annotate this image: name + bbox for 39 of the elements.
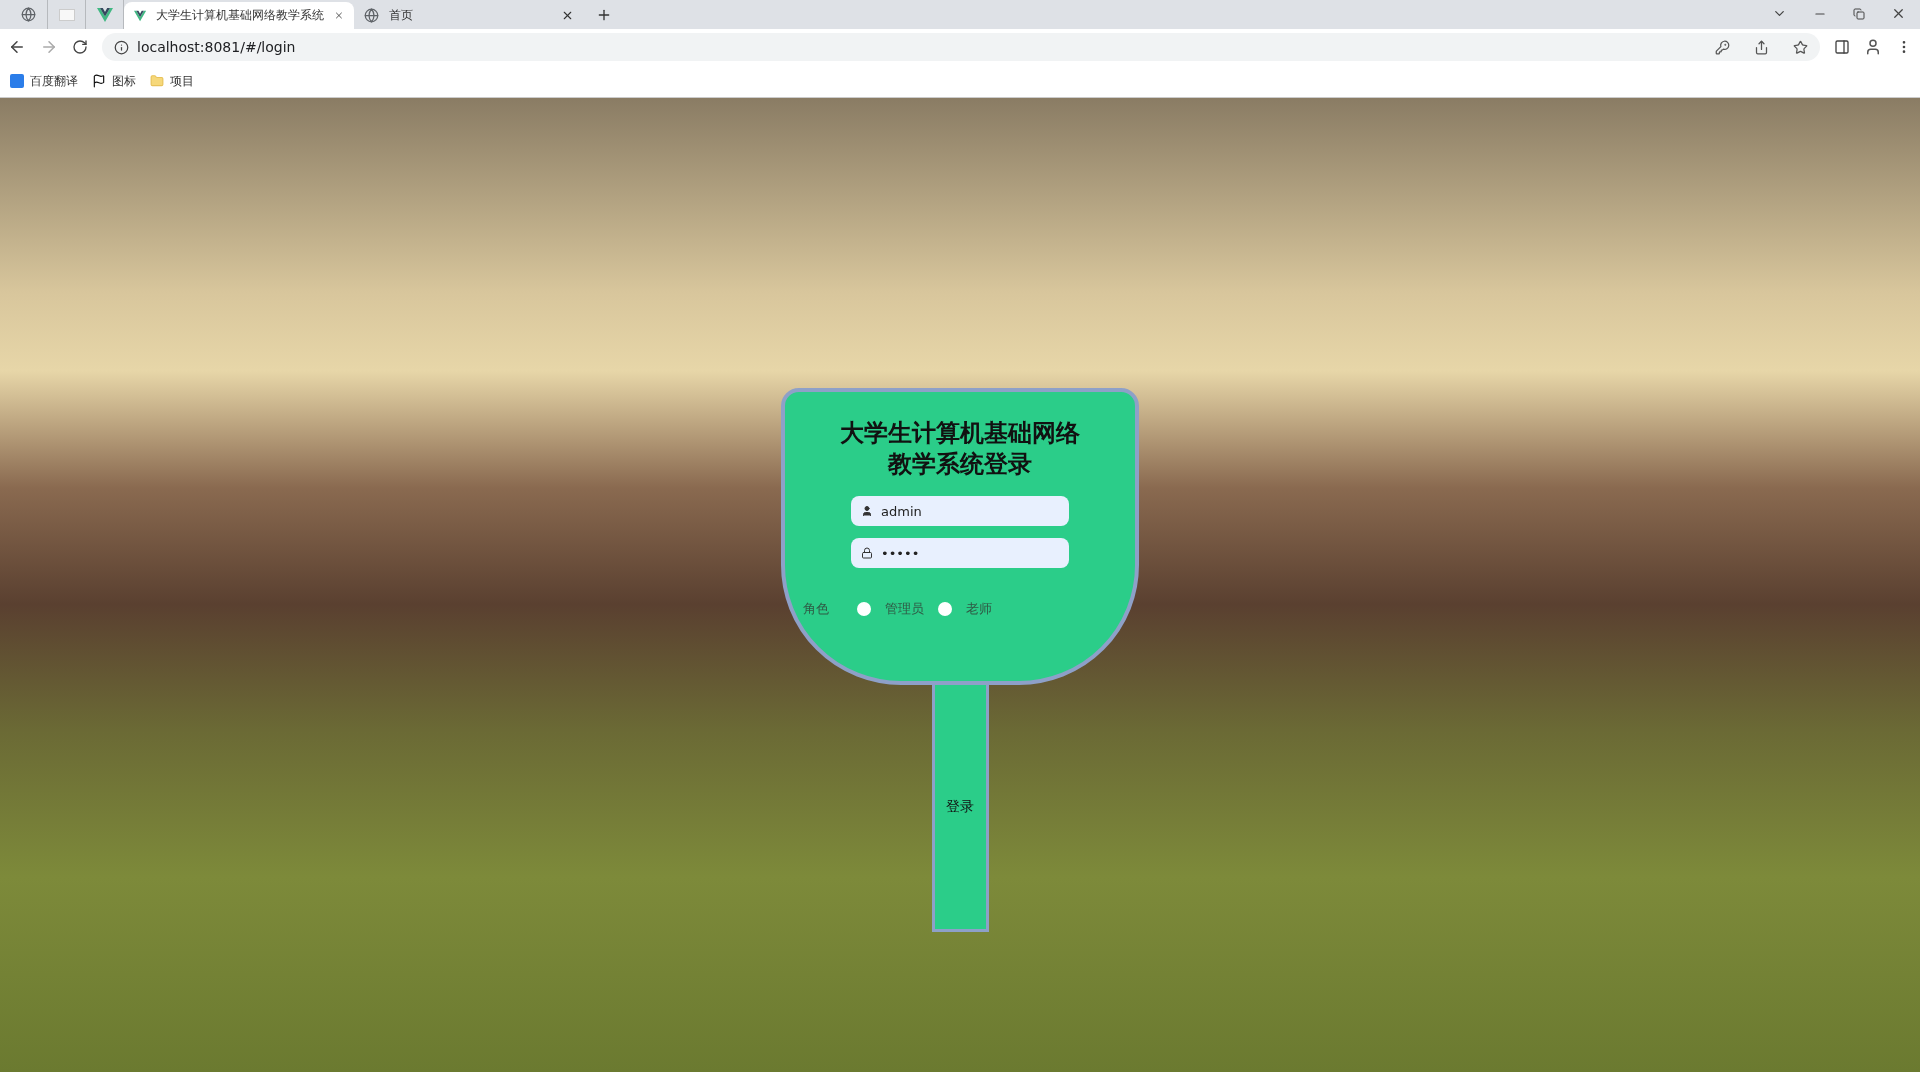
- password-field[interactable]: •••••: [851, 538, 1069, 568]
- blank-page-icon: [58, 8, 75, 21]
- new-tab-icon[interactable]: [596, 7, 612, 23]
- globe-icon: [364, 8, 379, 23]
- restore-icon[interactable]: [1853, 7, 1865, 20]
- bookmark-link[interactable]: 百度翻译: [30, 72, 78, 90]
- reload-icon[interactable]: [72, 39, 88, 55]
- flag-icon: [92, 74, 106, 88]
- info-icon[interactable]: [114, 39, 129, 55]
- lock-icon: [861, 547, 873, 559]
- radio-label[interactable]: 老师: [966, 600, 992, 618]
- radio-label[interactable]: 管理员: [885, 600, 924, 618]
- side-panel-icon[interactable]: [1834, 39, 1850, 55]
- radio-button[interactable]: [938, 602, 952, 616]
- bookmark-link[interactable]: 项目: [170, 72, 194, 90]
- key-icon[interactable]: [1715, 39, 1730, 55]
- v-logo-icon: [134, 8, 147, 23]
- profile-icon[interactable]: [1864, 38, 1882, 56]
- star-icon[interactable]: [1793, 39, 1808, 55]
- close-icon[interactable]: [1891, 6, 1906, 21]
- login-title: 大学生计算机基础网络教学系统登录: [839, 418, 1081, 480]
- close-icon[interactable]: [561, 9, 574, 22]
- back-icon[interactable]: [8, 38, 26, 56]
- address-bar[interactable]: localhost:8081/#/login: [102, 33, 1820, 61]
- user-icon: [861, 505, 873, 517]
- v-logo-icon: [96, 7, 113, 22]
- username-field[interactable]: admin: [851, 496, 1069, 526]
- browser-tab[interactable]: 首页: [354, 2, 584, 29]
- login-button[interactable]: 登录: [931, 685, 989, 932]
- share-icon[interactable]: [1754, 39, 1769, 55]
- bookmark-link[interactable]: 图标: [112, 72, 136, 90]
- role-label: 角色: [803, 600, 829, 618]
- username-value: admin: [881, 503, 923, 519]
- folder-icon: [150, 74, 164, 88]
- radio-button[interactable]: [857, 602, 871, 616]
- url-text: localhost:8081/#/login: [137, 39, 296, 55]
- password-value: •••••: [881, 545, 921, 561]
- browser-tab[interactable]: 大学生计算机基础网络教学系统: [124, 2, 354, 29]
- globe-icon: [21, 7, 36, 22]
